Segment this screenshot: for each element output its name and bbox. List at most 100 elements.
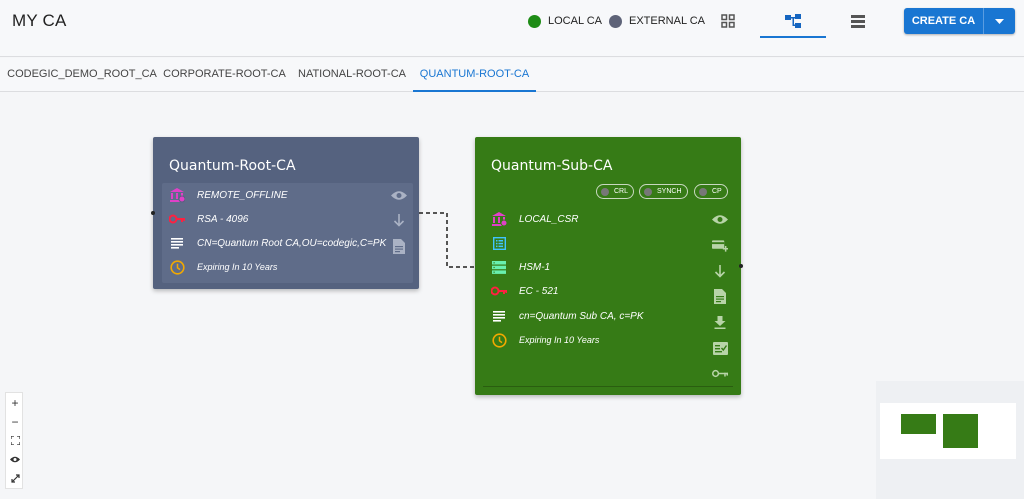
list-view-icon	[851, 14, 865, 28]
legend-external-label: EXTERNAL CA	[629, 15, 706, 27]
legend-local-label: LOCAL CA	[548, 15, 603, 27]
root-ca-subject-row: CN=Quantum Root CA,OU=codegic,C=PK	[169, 234, 386, 252]
sub-ca-subject-row: cn=Quantum Sub CA, c=PK	[491, 307, 644, 325]
bank-icon	[491, 211, 507, 227]
download-arrow-icon	[393, 213, 405, 227]
sub-ca-expiry: Expiring In 10 Years	[519, 335, 600, 345]
expand-button[interactable]	[6, 469, 24, 488]
sub-ca-divider	[483, 386, 733, 387]
eye-icon	[712, 214, 728, 224]
sub-view-button[interactable]	[712, 211, 728, 227]
sub-ca-title: Quantum-Sub-CA	[491, 158, 613, 174]
clock-icon	[491, 332, 507, 348]
root-input-port[interactable]	[151, 211, 155, 215]
sub-ca-hsm-row: HSM-1	[491, 258, 550, 276]
sub-document-button[interactable]	[712, 288, 728, 304]
sub-save-button[interactable]	[712, 314, 728, 330]
fit-view-button[interactable]	[6, 431, 24, 450]
list-box-icon[interactable]	[491, 235, 507, 251]
expand-icon	[10, 474, 20, 483]
tab-corporate-root-ca[interactable]: CORPORATE-ROOT-CA	[158, 58, 291, 92]
root-ca-node[interactable]: Quantum-Root-CA REMOTE_OFFLINE RSA - 409…	[151, 137, 419, 289]
sub-certificate-button[interactable]	[712, 340, 728, 356]
tab-quantum-root-ca[interactable]: QUANTUM-ROOT-CA	[413, 58, 536, 92]
legend-external-ca: EXTERNAL CA	[609, 14, 705, 28]
create-ca-dropdown[interactable]	[984, 18, 1015, 24]
toggle-view-icon	[10, 456, 20, 463]
bank-icon	[169, 187, 185, 203]
ca-hierarchy-canvas[interactable]: Quantum-Root-CA REMOTE_OFFLINE RSA - 409…	[0, 92, 1024, 499]
clock-icon	[169, 259, 185, 275]
create-ca-button[interactable]: CREATE CA	[904, 8, 1015, 34]
root-ca-expiry-row: Expiring In 10 Years	[169, 258, 277, 276]
grid-view-icon	[721, 14, 735, 28]
tree-view-button[interactable]	[778, 8, 808, 34]
root-view-button[interactable]	[391, 187, 407, 203]
cp-status-dot	[699, 187, 707, 196]
zoom-in-button[interactable]: +	[6, 393, 24, 412]
synch-status-dot	[644, 187, 652, 196]
root-ca-key: RSA - 4096	[197, 213, 249, 225]
synch-badge[interactable]: SYNCH	[639, 184, 688, 199]
sub-ca-mode: LOCAL_CSR	[519, 213, 579, 225]
create-ca-label: CREATE CA	[911, 15, 976, 27]
minimap[interactable]	[876, 381, 1024, 499]
download-icon	[714, 315, 726, 329]
download-arrow-icon	[714, 264, 726, 278]
document-icon	[714, 288, 726, 304]
hsm-icon	[491, 259, 507, 275]
crl-badge[interactable]: CRL	[596, 184, 635, 199]
sub-ca-mode-row: LOCAL_CSR	[491, 210, 578, 228]
list-view-button[interactable]	[843, 8, 873, 34]
root-ca-mode-row: REMOTE_OFFLINE	[169, 186, 288, 204]
crl-status-dot	[601, 187, 609, 196]
sub-add-card-button[interactable]	[712, 237, 728, 253]
crl-badge-label: CRL	[614, 188, 629, 195]
caret-down-icon	[995, 18, 1004, 24]
root-ca-mode: REMOTE_OFFLINE	[197, 189, 288, 201]
local-ca-dot-icon	[528, 14, 541, 28]
sub-key-button[interactable]	[712, 365, 728, 381]
key-icon	[491, 283, 507, 299]
sub-ca-subject: cn=Quantum Sub CA, c=PK	[519, 310, 644, 322]
document-icon	[393, 238, 405, 254]
tree-view-icon	[785, 14, 801, 28]
root-ca-subject: CN=Quantum Root CA,OU=codegic,C=PK	[197, 237, 387, 249]
root-download-button[interactable]	[391, 212, 407, 228]
sub-ca-key-row: EC - 521	[491, 282, 558, 300]
fit-view-icon	[10, 436, 20, 445]
legend-local-ca: LOCAL CA	[528, 14, 602, 28]
toggle-view-button[interactable]	[6, 450, 24, 469]
cp-badge[interactable]: CP	[694, 184, 728, 199]
sub-download-button[interactable]	[712, 263, 728, 279]
external-ca-dot-icon	[609, 14, 622, 28]
zoom-controls: + −	[5, 392, 23, 489]
sub-ca-node[interactable]: Quantum-Sub-CA CRL SYNCH CP LOCAL_CSR HS…	[475, 137, 743, 395]
page-title: MY CA	[12, 11, 67, 30]
root-ca-key-row: RSA - 4096	[169, 210, 248, 228]
cp-badge-label: CP	[712, 188, 722, 195]
subject-icon	[491, 308, 507, 324]
sub-ca-expiry-row: Expiring In 10 Years	[491, 331, 599, 349]
ca-tabs: CODEGIC_DEMO_ROOT_CA CORPORATE-ROOT-CA N…	[0, 58, 1024, 92]
zoom-out-button[interactable]: −	[6, 412, 24, 431]
synch-badge-label: SYNCH	[657, 188, 682, 195]
tab-national-root-ca[interactable]: NATIONAL-ROOT-CA	[291, 58, 413, 92]
certificate-icon	[712, 341, 728, 355]
active-view-indicator	[760, 36, 826, 38]
sub-ca-hsm: HSM-1	[519, 261, 551, 273]
sub-output-port[interactable]	[739, 264, 743, 268]
root-document-button[interactable]	[391, 238, 407, 254]
sub-ca-csr-row	[491, 234, 519, 252]
eye-icon	[391, 190, 407, 200]
add-card-icon	[712, 239, 728, 252]
key-icon	[169, 211, 185, 227]
key-outline-icon	[712, 369, 728, 377]
subject-icon	[169, 235, 185, 251]
grid-view-button[interactable]	[713, 8, 743, 34]
minimap-root-node	[901, 414, 936, 434]
tab-codegic-demo-root-ca[interactable]: CODEGIC_DEMO_ROOT_CA	[6, 58, 158, 92]
minimap-sub-node	[943, 414, 978, 448]
root-ca-expiry: Expiring In 10 Years	[197, 262, 278, 272]
app-header: MY CA LOCAL CA EXTERNAL CA CREATE CA	[0, 0, 1024, 57]
